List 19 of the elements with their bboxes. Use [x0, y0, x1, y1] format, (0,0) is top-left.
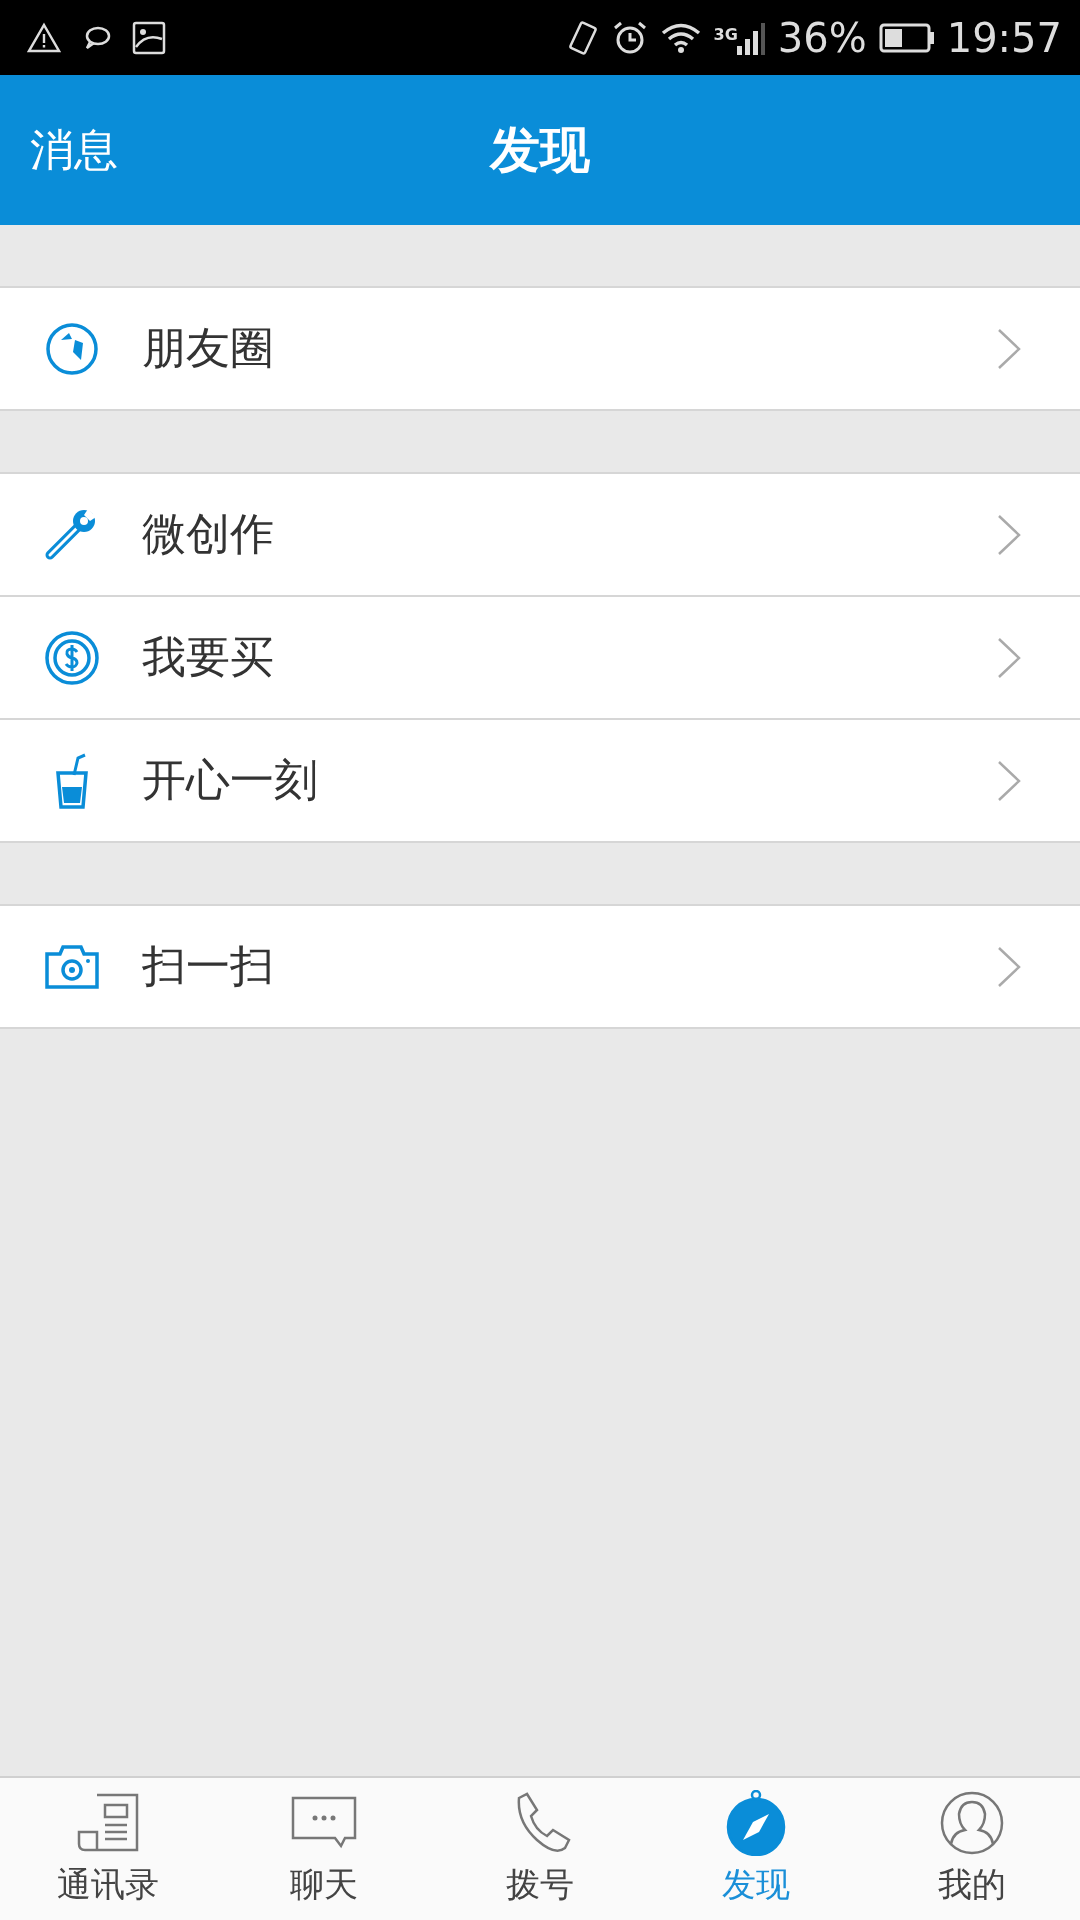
back-link[interactable]: 消息: [30, 120, 118, 180]
network-type: 3G: [713, 24, 738, 44]
menu-row[interactable]: 微创作: [0, 474, 1080, 595]
menu-label: 扫一扫: [142, 939, 275, 993]
battery-percent: 36%: [777, 14, 867, 61]
menu-row[interactable]: 朋友圈: [0, 288, 1080, 409]
menu-label: 我要买: [142, 630, 275, 684]
nav-tab[interactable]: 通讯录: [0, 1778, 216, 1920]
clock: 19:57: [946, 14, 1062, 61]
menu-row[interactable]: 扫一扫: [0, 906, 1080, 1027]
menu-row[interactable]: 我要买: [0, 595, 1080, 718]
nav-tab[interactable]: 聊天: [216, 1778, 432, 1920]
menu-label: 朋友圈: [142, 321, 275, 375]
page-title: 发现: [490, 119, 590, 181]
nav-tab[interactable]: 拨号: [432, 1778, 648, 1920]
menu-row[interactable]: 开心一刻: [0, 718, 1080, 841]
nav-tab[interactable]: 我的: [864, 1778, 1080, 1920]
menu-label: 开心一刻: [142, 753, 319, 807]
menu-label: 微创作: [142, 507, 275, 561]
